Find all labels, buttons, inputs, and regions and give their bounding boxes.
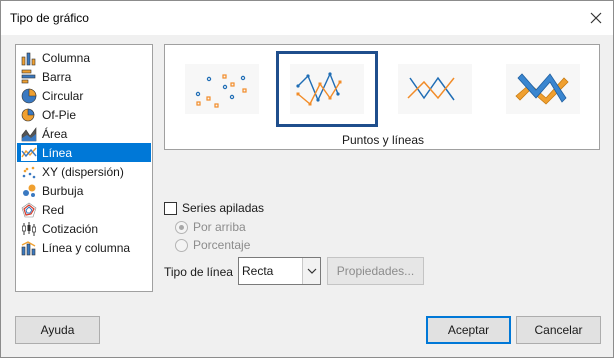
dialog-title: Tipo de gráfico	[10, 11, 89, 25]
pie-chart-icon	[20, 88, 38, 104]
on-top-radio[interactable]: Por arriba	[175, 220, 246, 234]
stacked-series-checkbox[interactable]: Series apiladas	[164, 201, 264, 215]
properties-button[interactable]: Propiedades...	[327, 257, 424, 285]
chart-type-dialog: Tipo de gráfico Columna Barra Circular O…	[0, 0, 614, 358]
scatter-chart-icon	[20, 164, 38, 180]
line-type-select[interactable]: Recta	[238, 257, 321, 285]
variant-3d-lines[interactable]	[492, 51, 594, 127]
chart-type-item-burbuja[interactable]: Burbuja	[17, 181, 151, 200]
chart-type-item-linea-columna[interactable]: Línea y columna	[17, 238, 151, 257]
line-type-label: Tipo de línea	[164, 265, 233, 279]
close-button[interactable]	[587, 9, 605, 27]
chart-type-item-of-pie[interactable]: Of-Pie	[17, 105, 151, 124]
of-pie-chart-icon	[20, 107, 38, 123]
chart-type-label: Área	[42, 126, 68, 141]
close-icon	[590, 12, 602, 24]
chart-type-label: Línea y columna	[42, 240, 131, 255]
chart-type-label: Red	[42, 202, 65, 217]
points-only-icon	[185, 64, 259, 114]
bar-chart-icon	[20, 69, 38, 85]
points-and-lines-icon	[290, 64, 364, 114]
chart-variant-panel: Puntos y líneas	[164, 44, 600, 150]
chart-type-label: Cotización	[42, 221, 99, 236]
chart-type-label: Circular	[42, 88, 84, 103]
net-chart-icon	[20, 202, 38, 218]
chart-type-label: Burbuja	[42, 183, 84, 198]
chevron-down-icon[interactable]	[302, 258, 320, 284]
percent-radio[interactable]: Porcentaje	[175, 238, 250, 252]
variant-lines-only[interactable]	[384, 51, 486, 127]
radio-indicator[interactable]	[175, 238, 188, 252]
stacked-series-label: Series apiladas	[182, 201, 265, 215]
help-button[interactable]: Ayuda	[15, 316, 100, 344]
chart-type-item-barra[interactable]: Barra	[17, 67, 151, 86]
chart-type-list[interactable]: Columna Barra Circular Of-Pie Área Línea…	[15, 44, 153, 292]
radio-indicator[interactable]	[175, 220, 188, 234]
line-column-chart-icon	[20, 240, 38, 256]
line-chart-icon	[20, 144, 38, 161]
chart-type-item-cotizacion[interactable]: Cotización	[17, 219, 151, 238]
chart-type-item-area[interactable]: Área	[17, 124, 151, 143]
chart-type-item-red[interactable]: Red	[17, 200, 151, 219]
variant-points-and-lines[interactable]	[276, 51, 378, 127]
line-type-value: Recta	[242, 264, 274, 278]
chart-type-label: Línea	[42, 145, 73, 160]
title-bar: Tipo de gráfico	[1, 1, 613, 35]
cancel-button[interactable]: Cancelar	[516, 316, 601, 344]
chart-type-label: Barra	[42, 69, 72, 84]
chart-type-label: XY (dispersión)	[42, 164, 124, 179]
chart-type-item-columna[interactable]: Columna	[17, 48, 151, 67]
variant-caption: Puntos y líneas	[341, 133, 425, 147]
lines-only-icon	[398, 64, 472, 114]
stock-chart-icon	[20, 221, 38, 237]
chart-type-item-xy[interactable]: XY (dispersión)	[17, 162, 151, 181]
3d-lines-icon	[506, 64, 580, 114]
on-top-label: Por arriba	[193, 220, 246, 234]
bubble-chart-icon	[20, 183, 38, 199]
variant-points-only[interactable]	[171, 51, 273, 127]
chart-type-label: Columna	[42, 50, 91, 65]
ok-button[interactable]: Aceptar	[426, 316, 511, 344]
chart-type-item-linea[interactable]: Línea	[17, 143, 151, 162]
percent-label: Porcentaje	[193, 238, 251, 252]
chart-type-item-circular[interactable]: Circular	[17, 86, 151, 105]
column-chart-icon	[20, 50, 38, 66]
checkbox-box[interactable]	[164, 201, 177, 215]
area-chart-icon	[20, 126, 38, 142]
chart-type-label: Of-Pie	[42, 107, 77, 122]
